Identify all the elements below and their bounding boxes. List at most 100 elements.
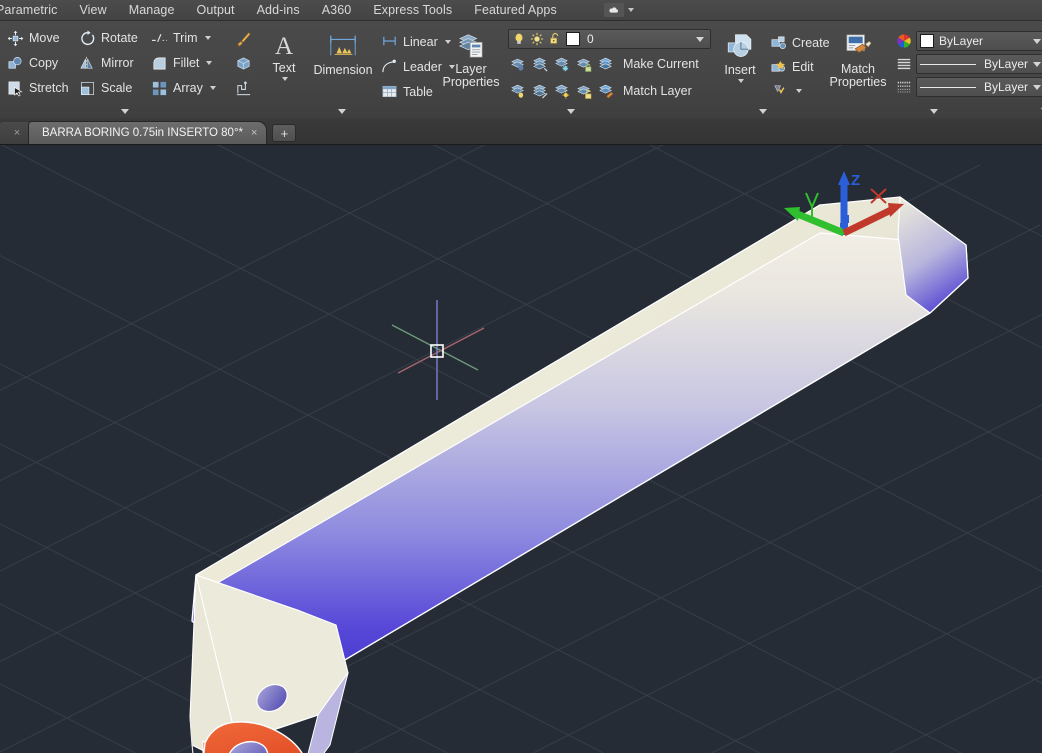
make-current-layer-icon[interactable] (598, 56, 615, 73)
layer-on-icon[interactable] (510, 83, 527, 100)
file-tab-close-icon[interactable]: × (251, 127, 257, 139)
dimension-button[interactable]: Dimension (310, 28, 376, 77)
scale-button[interactable]: Scale (76, 77, 148, 99)
chevron-down-icon[interactable] (627, 8, 634, 12)
insert-button[interactable]: Insert (716, 29, 764, 83)
layer-properties-button[interactable]: Layer Properties (440, 29, 502, 89)
array-dropdown-chevron-down-icon[interactable] (209, 86, 216, 90)
svg-text:A: A (275, 32, 294, 59)
dimension-icon (330, 35, 356, 56)
match-properties-line2: Properties (829, 75, 887, 89)
match-layer-icon[interactable] (598, 83, 615, 100)
ribbon-panel-properties: Match Properties ByLayer ByLayer ByLayer (818, 21, 1042, 118)
modify-button-grid: Move Rotate Trim Copy Mirror Fillet Stre… (0, 26, 260, 100)
stretch-button[interactable]: Stretch (4, 77, 76, 99)
lineweight-preview-line (920, 86, 976, 88)
menu-item-parametric[interactable]: Parametric (0, 0, 68, 21)
scale-button-label: Scale (101, 81, 133, 95)
menu-item-manage[interactable]: Manage (118, 0, 186, 21)
menu-item-express-tools[interactable]: Express Tools (362, 0, 463, 21)
trim-button[interactable]: Trim (148, 27, 226, 49)
layer-off-icon[interactable] (510, 56, 527, 73)
array-button[interactable]: Array (148, 77, 226, 99)
annotation-panel-expander[interactable] (250, 105, 433, 118)
menu-bar: Parametric View Manage Output Add-ins A3… (0, 0, 1042, 21)
layer-lock-icon[interactable] (576, 56, 593, 73)
chevron-down-icon (121, 109, 129, 114)
layer-color-swatch (566, 32, 580, 46)
property-dropdown-rows: ByLayer ByLayer ByLayer (892, 29, 1042, 97)
text-button-label: Text (272, 61, 296, 75)
match-properties-button[interactable]: Match Properties (824, 29, 892, 89)
ribbon-panel-block: Insert Create Edit (708, 21, 830, 118)
layer-tools-row-1: Make Current (508, 52, 711, 76)
fillet-button[interactable]: Fillet (148, 52, 226, 74)
layer-freeze-icon[interactable] (554, 56, 571, 73)
unlock-icon (550, 33, 559, 44)
layer-tools-row-2: Match Layer (508, 79, 711, 103)
properties-panel-expander[interactable] (818, 105, 1042, 118)
mirror-button-label: Mirror (101, 56, 134, 70)
modify-row-1: Move Rotate Trim (4, 26, 260, 50)
color-value: ByLayer (939, 34, 984, 48)
drawing-viewport[interactable]: Z (0, 145, 1042, 753)
layer-dropdown-chevron-down-icon[interactable] (696, 36, 704, 42)
modify-panel-expander[interactable] (0, 105, 250, 118)
sun-icon (530, 32, 544, 46)
layer-unlock-icon[interactable] (576, 83, 593, 100)
autocad-window: Parametric View Manage Output Add-ins A3… (0, 0, 1042, 753)
block-panel-expander[interactable] (708, 105, 818, 118)
layers-controls: Layer Properties 0 Make Current Match La… (433, 26, 715, 103)
current-layer-dropdown[interactable]: 0 (508, 29, 711, 49)
trim-dropdown-chevron-down-icon[interactable] (204, 36, 211, 40)
layer-isolate-icon[interactable] (532, 56, 549, 73)
copy-button[interactable]: Copy (4, 52, 76, 74)
cursor-y-axis (391, 324, 479, 371)
copy-button-label: Copy (29, 56, 59, 70)
menu-item-addins[interactable]: Add-ins (246, 0, 311, 21)
cursor-axes (391, 300, 485, 400)
menu-item-featured-apps[interactable]: Featured Apps (463, 0, 568, 21)
color-dropdown[interactable]: ByLayer (916, 31, 1042, 51)
mirror-button[interactable]: Mirror (76, 52, 148, 74)
layers-panel-expander[interactable] (433, 105, 708, 118)
move-button-label: Move (29, 31, 60, 45)
layer-unisolate-icon[interactable] (532, 83, 549, 100)
color-property-row: ByLayer (896, 31, 1042, 51)
lineweight-chevron-down-icon[interactable] (1033, 84, 1041, 90)
linetype-dropdown[interactable]: ByLayer (916, 54, 1042, 74)
menu-item-a360[interactable]: A360 (311, 0, 363, 21)
color-chevron-down-icon[interactable] (1033, 38, 1041, 44)
layer-right-column: 0 Make Current Match Layer (502, 29, 711, 103)
annotation-controls: A Text Dimension Linear Leader Table (250, 26, 457, 103)
attribute-dropdown-chevron-down-icon[interactable] (796, 88, 802, 93)
copy-icon (8, 56, 22, 69)
text-dropdown-chevron-down-icon[interactable] (282, 77, 288, 81)
text-button[interactable]: A Text (258, 28, 310, 81)
stretch-button-label: Stretch (29, 81, 69, 95)
lineweight-dropdown[interactable]: ByLayer (916, 77, 1042, 97)
table-button-label: Table (403, 84, 433, 99)
file-tab-active[interactable]: BARRA BORING 0.75in INSERTO 80°* × (28, 121, 268, 144)
chevron-down-icon (566, 109, 575, 114)
rotate-button[interactable]: Rotate (76, 27, 148, 49)
modify-row-3: Stretch Scale Array (4, 76, 260, 100)
layer-properties-line2: Properties (442, 75, 500, 89)
layer-thaw-icon[interactable] (554, 83, 571, 100)
menu-item-view[interactable]: View (68, 0, 117, 21)
fillet-dropdown-chevron-down-icon[interactable] (206, 61, 213, 65)
modify-row-2: Copy Mirror Fillet (4, 51, 260, 75)
linetype-chevron-down-icon[interactable] (1033, 61, 1041, 67)
leader-icon (382, 59, 396, 73)
insert-dropdown-chevron-down-icon[interactable] (738, 79, 744, 83)
color-wheel-icon (897, 34, 911, 48)
move-button[interactable]: Move (4, 27, 76, 49)
menu-item-output[interactable]: Output (186, 0, 246, 21)
cloud-icon[interactable] (603, 3, 624, 17)
ribbon-bar: Move Rotate Trim Copy Mirror Fillet Stre… (0, 21, 1042, 118)
linear-dim-icon (383, 36, 396, 46)
match-layer-label: Match Layer (623, 84, 692, 98)
cloud-sync-control[interactable] (603, 3, 634, 17)
chevron-down-icon (337, 109, 346, 114)
new-tab-button[interactable]: + (272, 124, 297, 142)
